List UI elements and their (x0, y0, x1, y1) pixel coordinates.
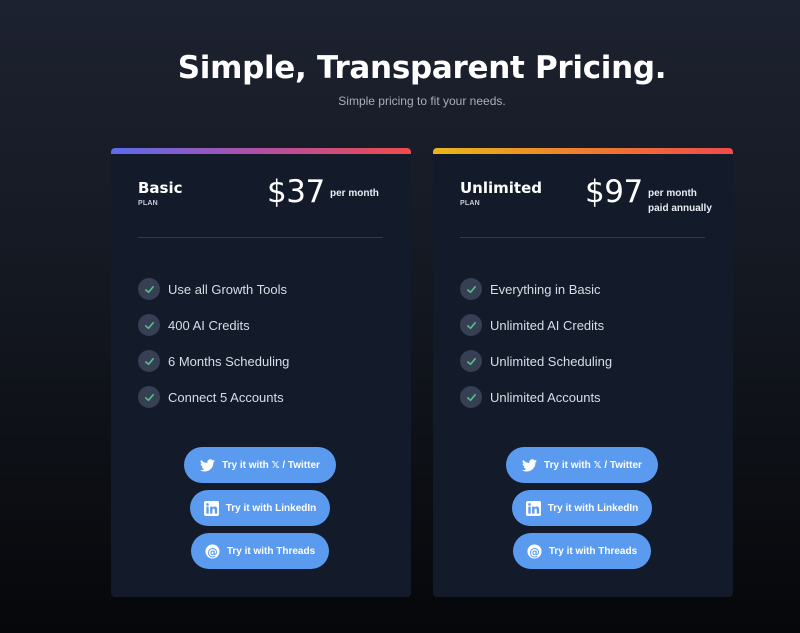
feature-item: Unlimited AI Credits (460, 314, 612, 336)
feature-label: 6 Months Scheduling (168, 353, 290, 369)
price-period: per month paid annually (648, 186, 712, 216)
price-period-line1: per month (330, 188, 379, 199)
divider (138, 237, 383, 238)
try-linkedin-button[interactable]: Try it with LinkedIn (190, 490, 330, 526)
try-threads-button[interactable]: @ Try it with Threads (191, 533, 329, 569)
svg-text:@: @ (207, 546, 217, 558)
feature-item: Connect 5 Accounts (138, 386, 289, 408)
feature-item: Unlimited Accounts (460, 386, 612, 408)
feature-item: 400 AI Credits (138, 314, 289, 336)
feature-list: Everything in Basic Unlimited AI Credits… (460, 278, 612, 422)
button-label: Try it with 𝕏 / Twitter (544, 459, 642, 471)
feature-list: Use all Growth Tools 400 AI Credits 6 Mo… (138, 278, 289, 422)
divider (460, 237, 705, 238)
threads-icon: @ (527, 543, 542, 559)
button-label: Try it with 𝕏 / Twitter (222, 459, 320, 471)
button-label: Try it with Threads (548, 545, 638, 557)
plan-tag: PLAN (460, 200, 480, 207)
button-label: Try it with LinkedIn (547, 502, 639, 514)
plan-name: Unlimited (460, 179, 542, 197)
check-icon (138, 350, 160, 372)
check-icon (460, 350, 482, 372)
button-label: Try it with Threads (226, 545, 316, 557)
plan-name: Basic (138, 179, 183, 197)
feature-label: Everything in Basic (490, 281, 601, 297)
plan-tag: PLAN (138, 200, 158, 207)
page-subtitle: Simple pricing to fit your needs. (338, 94, 506, 108)
pricing-card-basic: Basic PLAN $37 per month Use all Growth … (111, 148, 411, 597)
check-icon (138, 278, 160, 300)
feature-item: 6 Months Scheduling (138, 350, 289, 372)
card-accent-bar (433, 148, 733, 154)
check-icon (460, 386, 482, 408)
feature-item: Everything in Basic (460, 278, 612, 300)
page-title: Simple, Transparent Pricing. (177, 50, 667, 86)
feature-label: Use all Growth Tools (168, 281, 287, 297)
check-icon (138, 386, 160, 408)
feature-label: Unlimited AI Credits (490, 317, 605, 333)
svg-text:@: @ (529, 546, 539, 558)
button-label: Try it with LinkedIn (225, 502, 317, 514)
linkedin-icon (203, 500, 219, 516)
feature-item: Unlimited Scheduling (460, 350, 612, 372)
linkedin-icon (525, 500, 541, 516)
card-accent-bar (111, 148, 411, 154)
try-twitter-button[interactable]: Try it with 𝕏 / Twitter (506, 447, 658, 483)
price-period-line2: paid annually (648, 203, 712, 214)
price-period-line1: per month (648, 188, 697, 199)
feature-label: Connect 5 Accounts (168, 389, 284, 405)
feature-label: Unlimited Accounts (490, 389, 601, 405)
try-twitter-button[interactable]: Try it with 𝕏 / Twitter (184, 447, 336, 483)
check-icon (138, 314, 160, 336)
price-period: per month (330, 186, 379, 201)
feature-label: 400 AI Credits (168, 317, 250, 333)
try-threads-button[interactable]: @ Try it with Threads (513, 533, 651, 569)
try-linkedin-button[interactable]: Try it with LinkedIn (512, 490, 652, 526)
twitter-bird-icon (522, 458, 538, 472)
plan-price: $97 (585, 174, 643, 210)
check-icon (460, 278, 482, 300)
feature-label: Unlimited Scheduling (490, 353, 613, 369)
pricing-card-unlimited: Unlimited PLAN $97 per month paid annual… (433, 148, 733, 597)
threads-icon: @ (205, 543, 220, 559)
check-icon (460, 314, 482, 336)
twitter-bird-icon (200, 458, 216, 472)
feature-item: Use all Growth Tools (138, 278, 289, 300)
plan-price: $37 (267, 174, 325, 210)
